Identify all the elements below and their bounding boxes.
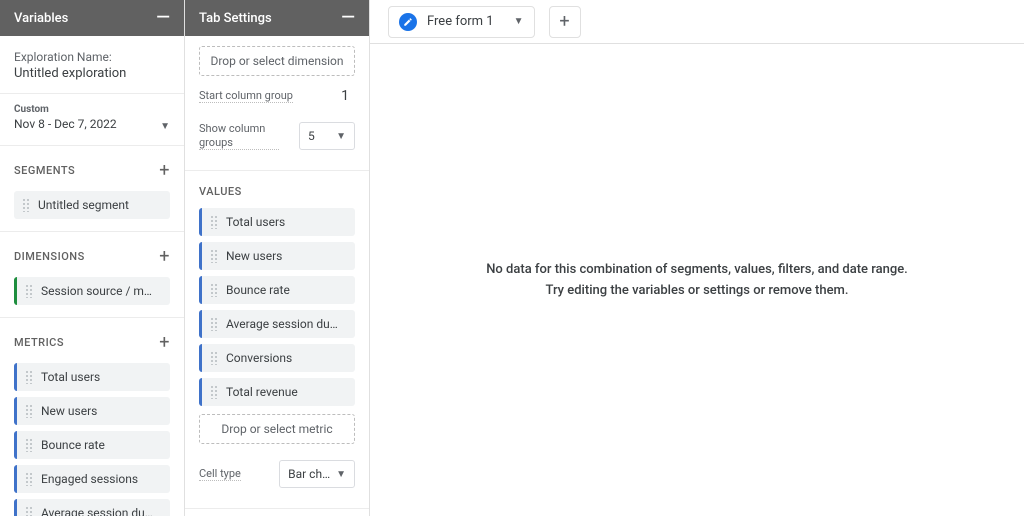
cell-type-label: Cell type: [199, 467, 241, 481]
drag-handle-icon[interactable]: [25, 506, 33, 516]
tab-settings-panel: Tab Settings — Drop or select dimension …: [185, 0, 370, 516]
drag-handle-icon[interactable]: [210, 317, 218, 331]
dimension-chip[interactable]: Session source / m…: [14, 277, 170, 305]
drag-handle-icon[interactable]: [210, 249, 218, 263]
empty-state: No data for this combination of segments…: [370, 44, 1024, 516]
dimensions-label: DIMENSIONS: [14, 250, 85, 263]
metric-chip[interactable]: Total users: [14, 363, 170, 391]
drag-handle-icon[interactable]: [25, 472, 33, 486]
collapse-tab-settings-icon[interactable]: —: [341, 13, 355, 23]
metric-chip[interactable]: Bounce rate: [14, 431, 170, 459]
exploration-name-label: Exploration Name:: [14, 50, 170, 64]
metric-chip[interactable]: New users: [14, 397, 170, 425]
value-chip[interactable]: New users: [199, 242, 355, 270]
tab-settings-title: Tab Settings: [199, 11, 272, 26]
metric-chip[interactable]: Engaged sessions: [14, 465, 170, 493]
exploration-name-block: Exploration Name: Untitled exploration: [0, 36, 184, 87]
edit-icon: [399, 13, 417, 31]
add-dimension-button[interactable]: +: [159, 246, 170, 267]
drag-handle-icon[interactable]: [25, 284, 33, 298]
value-chip[interactable]: Average session du…: [199, 310, 355, 338]
show-column-groups-select[interactable]: 5 ▼: [299, 122, 355, 150]
drag-handle-icon[interactable]: [210, 385, 218, 399]
empty-state-line2: Try editing the variables or settings or…: [545, 281, 848, 301]
chevron-down-icon[interactable]: ▼: [514, 16, 524, 27]
variables-panel: Variables — Exploration Name: Untitled e…: [0, 0, 185, 516]
drag-handle-icon[interactable]: [22, 198, 30, 212]
variables-header: Variables —: [0, 0, 184, 36]
start-column-group-label: Start column group: [199, 89, 293, 103]
drag-handle-icon[interactable]: [210, 215, 218, 229]
chevron-down-icon: ▼: [336, 131, 346, 142]
drag-handle-icon[interactable]: [25, 370, 33, 384]
segment-chip[interactable]: Untitled segment: [14, 191, 170, 219]
value-chip[interactable]: Total users: [199, 208, 355, 236]
values-label: VALUES: [199, 185, 242, 198]
add-segment-button[interactable]: +: [159, 160, 170, 181]
drag-handle-icon[interactable]: [210, 351, 218, 365]
rows-drop-target[interactable]: Drop or select dimension: [199, 46, 355, 76]
add-metric-button[interactable]: +: [159, 332, 170, 353]
collapse-variables-icon[interactable]: —: [156, 13, 170, 23]
show-column-groups-label: Show column groups: [199, 122, 279, 149]
chevron-down-icon: ▼: [336, 469, 346, 480]
date-range-selector[interactable]: Custom Nov 8 - Dec 7, 2022 ▼: [0, 94, 184, 146]
add-tab-button[interactable]: +: [549, 6, 581, 38]
metric-chip[interactable]: Average session du…: [14, 499, 170, 516]
value-chip[interactable]: Total revenue: [199, 378, 355, 406]
chevron-down-icon: ▼: [160, 121, 170, 132]
tab-bar: Free form 1 ▼ +: [370, 0, 1024, 44]
tab-label: Free form 1: [427, 14, 494, 29]
drag-handle-icon[interactable]: [25, 404, 33, 418]
empty-state-line1: No data for this combination of segments…: [486, 260, 908, 280]
metrics-label: METRICS: [14, 336, 64, 349]
tab-settings-header: Tab Settings —: [185, 0, 369, 36]
drag-handle-icon[interactable]: [25, 438, 33, 452]
drag-handle-icon[interactable]: [210, 283, 218, 297]
tab-free-form[interactable]: Free form 1 ▼: [388, 6, 535, 38]
cell-type-select[interactable]: Bar ch… ▼: [279, 460, 355, 488]
segments-label: SEGMENTS: [14, 164, 75, 177]
start-column-group-value[interactable]: 1: [341, 88, 355, 104]
date-range-value: Nov 8 - Dec 7, 2022: [14, 117, 117, 131]
date-range-label: Custom: [14, 104, 170, 115]
value-chip[interactable]: Bounce rate: [199, 276, 355, 304]
variables-title: Variables: [14, 11, 68, 26]
value-chip[interactable]: Conversions: [199, 344, 355, 372]
values-drop-target[interactable]: Drop or select metric: [199, 414, 355, 444]
main-area: Free form 1 ▼ + No data for this combina…: [370, 0, 1024, 516]
exploration-name-value[interactable]: Untitled exploration: [14, 66, 170, 81]
